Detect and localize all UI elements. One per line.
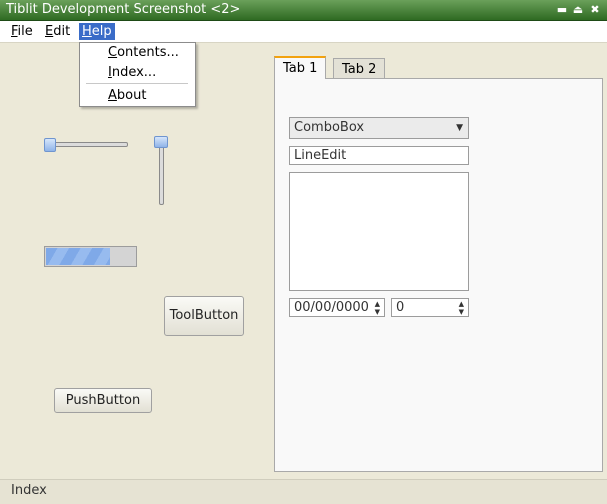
spin-arrows-icon[interactable]: ▲ ▼ (459, 300, 464, 316)
menu-help[interactable]: Help (79, 23, 115, 40)
status-bar: Index (0, 479, 607, 504)
help-dropdown-menu: Contents... Index... About (79, 42, 196, 107)
text-edit[interactable] (289, 172, 469, 291)
menu-edit-label: dit (53, 24, 71, 39)
menu-edit-mnemonic: E (45, 24, 54, 39)
menu-help-mnemonic: H (82, 24, 92, 39)
menu-separator (86, 83, 188, 84)
chevron-down-icon: ▼ (456, 123, 463, 133)
menu-file-label: ile (17, 24, 33, 39)
menu-item-about[interactable]: About (108, 88, 146, 103)
status-text: Index (11, 483, 47, 498)
minimize-icon[interactable]: ▬ (555, 3, 569, 17)
menu-item-contents[interactable]: Contents... (108, 45, 179, 60)
vertical-slider-handle[interactable] (154, 136, 168, 148)
menu-file[interactable]: File (8, 23, 36, 40)
menu-edit[interactable]: Edit (42, 23, 73, 40)
menu-item-index[interactable]: Index... (108, 65, 156, 80)
progress-bar (44, 246, 137, 267)
window-title: Tiblit Development Screenshot <2> (6, 2, 241, 17)
horizontal-slider[interactable] (48, 142, 128, 147)
close-icon[interactable]: ✖ (588, 3, 602, 17)
menu-item-contents-label: ontents... (117, 45, 179, 60)
menu-bar: File Edit Help (0, 21, 607, 43)
vertical-slider[interactable] (159, 140, 164, 205)
combo-box[interactable]: ComboBox ▼ (289, 117, 469, 139)
menu-item-about-label: bout (116, 88, 147, 103)
spin-box-value: 0 (396, 300, 405, 315)
menu-item-contents-mnemonic: C (108, 45, 118, 60)
menu-help-label: elp (91, 24, 112, 39)
spin-arrows-icon[interactable]: ▲ ▼ (375, 300, 380, 316)
date-edit[interactable]: 00/00/0000 ▲ ▼ (289, 298, 385, 317)
title-bar[interactable]: Tiblit Development Screenshot <2> ▬ ⏏ ✖ (0, 0, 607, 21)
tab-1[interactable]: Tab 1 (274, 56, 327, 79)
tab-2[interactable]: Tab 2 (333, 58, 386, 80)
menu-item-about-mnemonic: A (108, 88, 117, 103)
combo-box-value: ComboBox (294, 120, 365, 135)
push-button[interactable]: PushButton (54, 388, 152, 413)
spin-box[interactable]: 0 ▲ ▼ (391, 298, 469, 317)
tool-button[interactable]: ToolButton (164, 296, 244, 336)
date-edit-value: 00/00/0000 (294, 300, 369, 315)
line-edit[interactable]: LineEdit (289, 146, 469, 165)
progress-fill (46, 248, 110, 265)
maximize-icon[interactable]: ⏏ (571, 3, 585, 17)
menu-item-index-label: ndex... (111, 65, 157, 80)
horizontal-slider-handle[interactable] (44, 138, 56, 152)
